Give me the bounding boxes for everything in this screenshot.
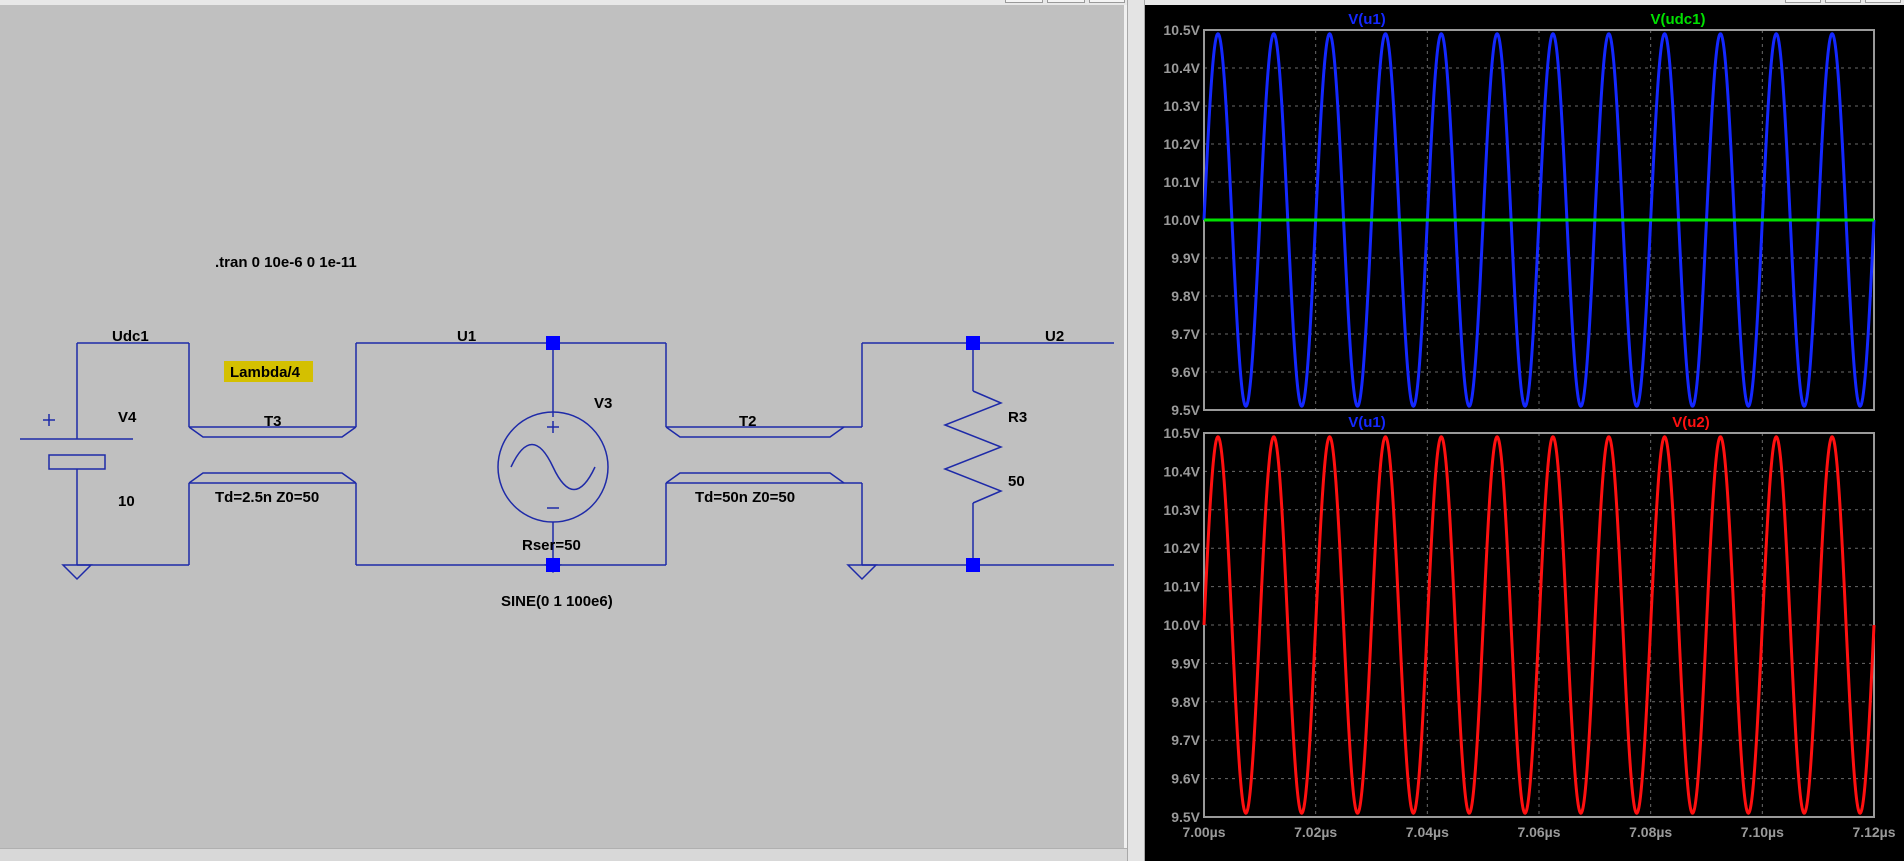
waveform-viewer[interactable]: 10.5V 10.4V 10.3V 10.2V 10.1V 10.0V 9.9V 9.8V 9.… xyxy=(1145,5,1904,861)
waveform-canvas[interactable]: 10.5V 10.4V 10.3V 10.2V 10.1V 10.0V 9.9V 9.8V 9.… xyxy=(1145,5,1904,861)
y-tick-label: 9.6V xyxy=(1171,771,1200,787)
junction-dot xyxy=(966,558,980,572)
spice-directive[interactable]: .tran 0 10e-6 0 1e-11 xyxy=(215,254,357,271)
junction-dot xyxy=(966,336,980,350)
x-tick-label: 7.04µs xyxy=(1406,824,1449,840)
y-tick-label: 9.9V xyxy=(1171,655,1200,671)
pane-splitter[interactable] xyxy=(1127,0,1145,861)
net-label-udc1[interactable]: Udc1 xyxy=(112,328,149,345)
minimize-button[interactable] xyxy=(1005,0,1043,3)
t2-transmission-line[interactable] xyxy=(665,426,862,484)
v3-name[interactable]: V3 xyxy=(594,395,612,412)
y-tick-label: 10.3V xyxy=(1163,98,1200,114)
maximize-button-waveform[interactable] xyxy=(1825,0,1861,3)
minimize-button-waveform[interactable] xyxy=(1785,0,1821,3)
junction-dot xyxy=(546,336,560,350)
x-tick-label: 7.08µs xyxy=(1629,824,1672,840)
y-tick-label: 9.8V xyxy=(1171,288,1200,304)
t2-name[interactable]: T2 xyxy=(739,413,757,430)
ground-symbol xyxy=(61,564,93,581)
legend-label[interactable]: V(u2) xyxy=(1672,414,1710,431)
y-tick-label: 9.9V xyxy=(1171,250,1200,266)
t3-transmission-line[interactable] xyxy=(188,426,357,484)
r3-value[interactable]: 50 xyxy=(1008,473,1025,490)
v4-value[interactable]: 10 xyxy=(118,493,135,510)
y-tick-label: 10.4V xyxy=(1163,463,1200,479)
y-tick-label: 9.5V xyxy=(1171,402,1200,418)
comment-label[interactable]: Lambda/4 xyxy=(230,364,301,381)
r3-resistor[interactable] xyxy=(942,343,1004,565)
legend-label[interactable]: V(u1) xyxy=(1348,414,1386,431)
ground-symbol xyxy=(846,564,878,581)
y-tick-label: 10.2V xyxy=(1163,540,1200,556)
v4-name[interactable]: V4 xyxy=(118,409,137,426)
junction-dot xyxy=(546,558,560,572)
plot-pane-1[interactable]: 10.5V 10.4V 10.3V 10.2V 10.1V 10.0V 9.9V 9.8V 9.… xyxy=(1163,11,1876,418)
x-tick-label: 7.02µs xyxy=(1294,824,1337,840)
y-tick-label: 10.4V xyxy=(1163,60,1200,76)
close-button[interactable] xyxy=(1089,0,1125,3)
y-tick-label: 10.2V xyxy=(1163,136,1200,152)
v3-rser[interactable]: Rser=50 xyxy=(522,537,581,554)
y-tick-label: 9.5V xyxy=(1171,809,1200,825)
y-tick-label: 10.5V xyxy=(1163,425,1200,441)
legend-label[interactable]: V(udc1) xyxy=(1650,11,1705,28)
t3-value[interactable]: Td=2.5n Z0=50 xyxy=(215,489,319,506)
y-tick-label: 9.7V xyxy=(1171,326,1200,342)
close-button-waveform[interactable] xyxy=(1865,0,1901,3)
y-tick-label: 10.5V xyxy=(1163,22,1200,38)
y-tick-label: 9.8V xyxy=(1171,694,1200,710)
x-tick-label: 7.12µs xyxy=(1852,824,1895,840)
schematic-bottom-border xyxy=(0,848,1127,861)
net-label-u2[interactable]: U2 xyxy=(1045,328,1064,345)
x-tick-label: 7.00µs xyxy=(1182,824,1225,840)
v3-value[interactable]: SINE(0 1 100e6) xyxy=(501,593,613,610)
v3-sine-source[interactable] xyxy=(497,343,609,565)
y-tick-label: 9.6V xyxy=(1171,364,1200,380)
v4-source[interactable] xyxy=(20,343,133,565)
legend-label[interactable]: V(u1) xyxy=(1348,11,1386,28)
y-tick-label: 10.3V xyxy=(1163,502,1200,518)
y-tick-label: 10.0V xyxy=(1163,617,1200,633)
y-tick-label: 9.7V xyxy=(1171,732,1200,748)
schematic-editor[interactable]: .tran 0 10e-6 0 1e-11 Lambda/4 Udc1 U1 U… xyxy=(0,5,1127,848)
schematic-canvas[interactable]: .tran 0 10e-6 0 1e-11 Lambda/4 Udc1 U1 U… xyxy=(0,5,1124,848)
x-tick-label: 7.06µs xyxy=(1517,824,1560,840)
net-label-u1[interactable]: U1 xyxy=(457,328,476,345)
t3-name[interactable]: T3 xyxy=(264,413,282,430)
t2-value[interactable]: Td=50n Z0=50 xyxy=(695,489,795,506)
x-tick-label: 7.10µs xyxy=(1741,824,1784,840)
maximize-button[interactable] xyxy=(1047,0,1085,3)
y-tick-label: 10.0V xyxy=(1163,212,1200,228)
plot-pane-2[interactable]: 10.5V 10.4V 10.3V 10.2V 10.1V 10.0V 9.9V 9.8V 9.… xyxy=(1163,414,1895,840)
r3-name[interactable]: R3 xyxy=(1008,409,1027,426)
y-tick-label: 10.1V xyxy=(1163,174,1200,190)
y-tick-label: 10.1V xyxy=(1163,579,1200,595)
